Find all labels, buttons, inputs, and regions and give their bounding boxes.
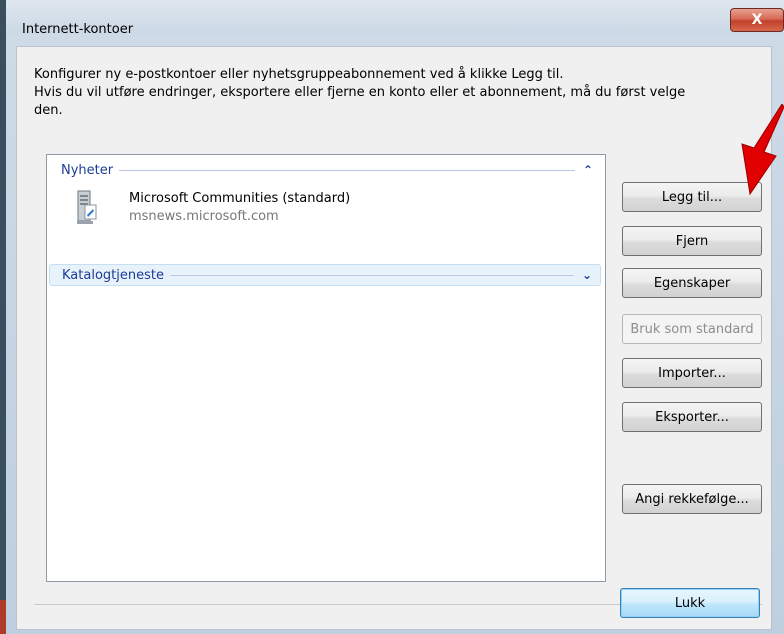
set-default-button[interactable]: Bruk som standard — [622, 314, 762, 344]
list-item-account[interactable]: Microsoft Communities (standard) msnews.… — [77, 189, 597, 233]
window-title: Internett-kontoer — [22, 22, 134, 37]
close-button[interactable]: Lukk — [620, 588, 760, 618]
group-label: Nyheter — [61, 162, 114, 178]
group-label: Katalogtjeneste — [62, 267, 164, 283]
group-divider — [169, 275, 574, 276]
close-icon: X — [751, 12, 763, 28]
export-button[interactable]: Eksporter... — [622, 402, 762, 432]
background-window-edge — [0, 0, 6, 634]
group-header-nyheter[interactable]: Nyheter ⌃ — [49, 159, 601, 181]
title-bar[interactable]: Internett-kontoer X — [6, 0, 784, 37]
account-name: Microsoft Communities (standard) — [129, 191, 351, 206]
close-window-button[interactable]: X — [730, 8, 784, 32]
instructions-text: Konfigurer ny e-postkontoer eller nyhets… — [34, 66, 734, 120]
set-order-button[interactable]: Angi rekkefølge... — [622, 484, 762, 514]
instructions-line-2: Hvis du vil utføre endringer, eksportere… — [34, 85, 686, 100]
annotation-arrow-icon — [741, 104, 784, 196]
group-divider — [119, 170, 575, 171]
background-window-edge-accent — [0, 600, 6, 634]
dialog-window: Internett-kontoer X Konfigurer ny e-post… — [0, 0, 784, 634]
import-button[interactable]: Importer... — [622, 358, 762, 388]
properties-button[interactable]: Egenskaper — [622, 268, 762, 298]
instructions-line-1: Konfigurer ny e-postkontoer eller nyhets… — [34, 67, 564, 82]
group-header-katalogtjeneste[interactable]: Katalogtjeneste ⌄ — [49, 264, 601, 286]
news-server-icon — [77, 190, 97, 224]
accounts-list[interactable]: Nyheter ⌃ Microsoft Communities (standar… — [46, 154, 606, 582]
account-server: msnews.microsoft.com — [129, 209, 279, 224]
chevron-down-icon[interactable]: ⌄ — [574, 268, 600, 282]
remove-button[interactable]: Fjern — [622, 226, 762, 256]
chevron-up-icon[interactable]: ⌃ — [575, 163, 601, 177]
instructions-line-3: den. — [34, 103, 63, 118]
